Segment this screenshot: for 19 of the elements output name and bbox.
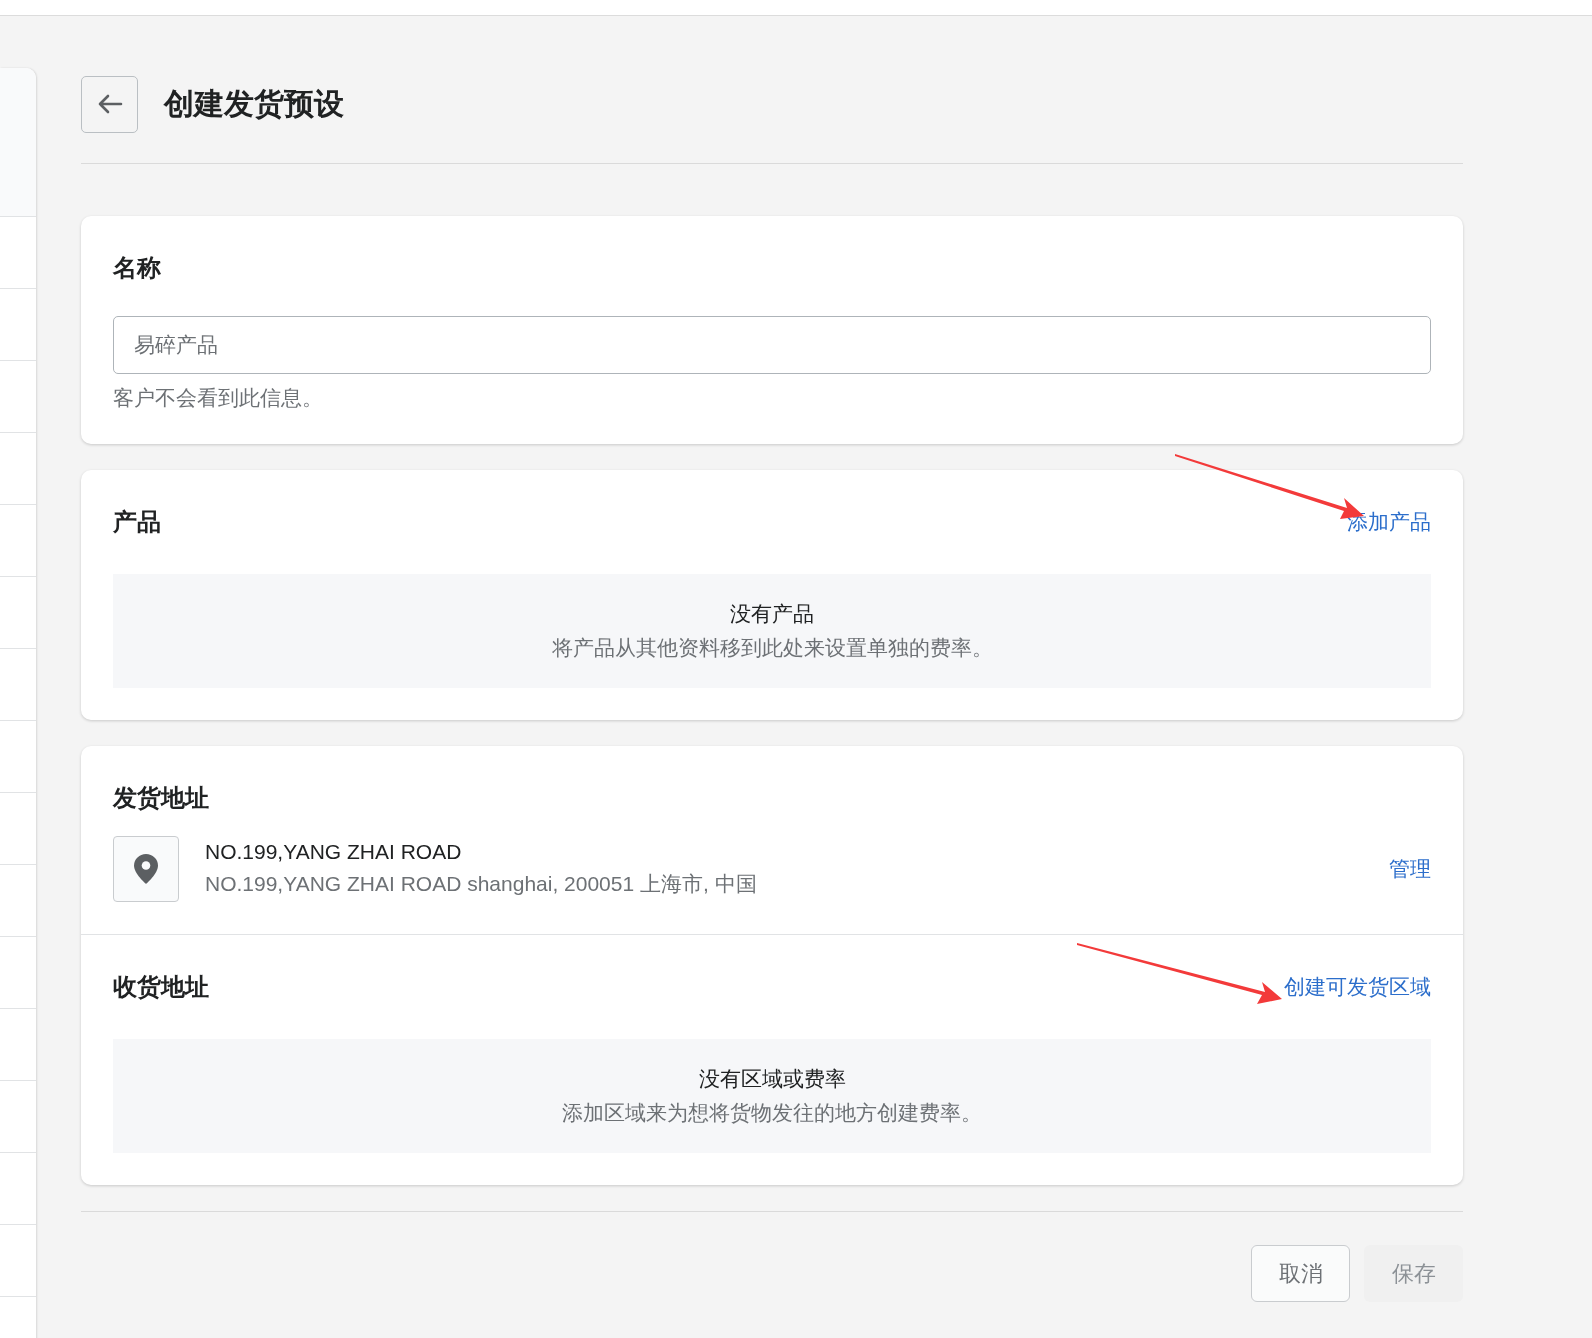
empty-state-title: 没有产品	[730, 601, 814, 627]
empty-state-title: 没有区域或费率	[698, 1066, 846, 1092]
manage-link[interactable]: 管理	[1389, 855, 1431, 883]
empty-state-text: 将产品从其他资料移到此处来设置单独的费率。	[551, 635, 993, 661]
section-heading: 收货地址	[113, 972, 209, 1002]
action-link[interactable]: 创建可发货区域	[1284, 973, 1431, 1001]
location-pin-icon	[133, 853, 159, 885]
section-heading: 名称	[113, 253, 161, 283]
back-button[interactable]	[81, 75, 138, 133]
back-arrow-icon	[96, 94, 123, 114]
name-input-field[interactable]: 易碎产品	[113, 316, 1431, 374]
section-heading: 产品	[113, 507, 161, 537]
page-title: 创建发货预设	[164, 85, 344, 122]
address-line: NO.199,YANG ZHAI ROAD shanghai, 200051 上海市, 中国	[205, 871, 758, 897]
cancel-button[interactable]: 取消	[1251, 1245, 1350, 1302]
help-text: 客户不会看到此信息。	[113, 385, 324, 411]
section-heading: 发货地址	[113, 783, 209, 813]
address-name: NO.199,YANG ZHAI ROAD	[205, 840, 463, 864]
empty-state-text: 添加区域来为想将货物发往的地方创建费率。	[562, 1100, 982, 1126]
